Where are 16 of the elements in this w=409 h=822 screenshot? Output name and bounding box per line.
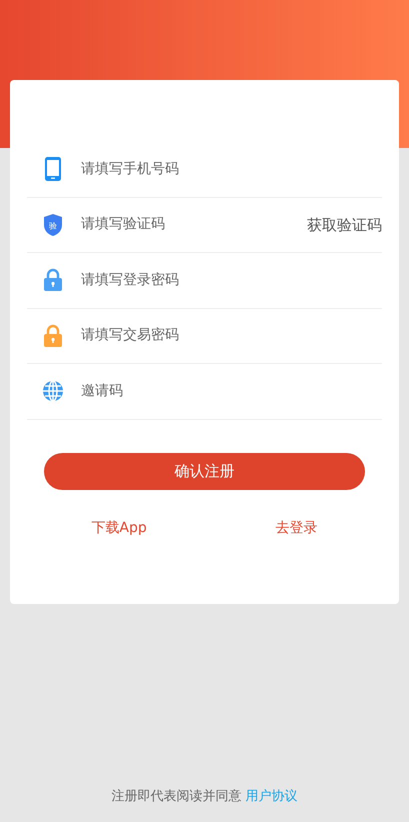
input-field[interactable]: 请填写验证码 — [81, 214, 307, 236]
agreement-text: 注册即代表阅读并同意 用户协议 — [111, 788, 298, 804]
globe-icon — [42, 379, 64, 404]
input-field[interactable]: 请填写交易密码 — [81, 325, 382, 346]
get-code-button[interactable]: 获取验证码 — [307, 214, 382, 236]
phone-icon — [42, 157, 64, 182]
input-field[interactable]: 请填写登录密码 — [81, 270, 382, 291]
agreement-link[interactable]: 用户协议 — [246, 788, 298, 804]
register-button[interactable]: 确认注册 — [44, 452, 365, 490]
link[interactable]: 去登录 — [276, 518, 318, 538]
input-field[interactable]: 请填写手机号码 — [81, 158, 382, 180]
shield-icon: 验 — [42, 212, 64, 237]
lock-icon — [42, 268, 64, 292]
lock-icon — [42, 324, 64, 348]
link[interactable]: 下载App — [91, 518, 147, 538]
input-field[interactable]: 邀请码 — [81, 380, 382, 402]
